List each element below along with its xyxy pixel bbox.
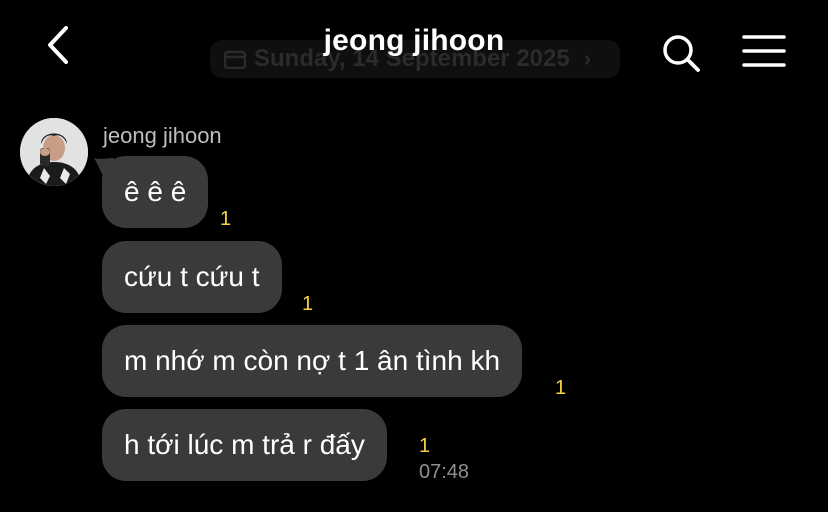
message-text: m nhớ m còn nợ t 1 ân tình kh [124, 345, 501, 376]
sender-name: jeong jihoon [103, 123, 222, 148]
avatar-photo [20, 118, 88, 186]
chat-screen: Sunday, 14 September 2025 › jeong jihoon… [0, 0, 828, 512]
message-bubble[interactable]: ê ê ê [102, 156, 209, 228]
menu-button[interactable] [742, 34, 786, 68]
hamburger-menu-icon [742, 35, 786, 67]
message-text: h tới lúc m trả r đấy [124, 429, 365, 460]
search-icon [663, 35, 700, 72]
unread-count: 1 [419, 435, 431, 457]
message-timestamp: 07:48 [419, 461, 470, 483]
message-bubble[interactable]: h tới lúc m trả r đấy [102, 409, 387, 481]
unread-count: 1 [302, 293, 314, 315]
chat-title: jeong jihoon [323, 24, 505, 57]
search-button[interactable] [660, 32, 702, 74]
message-bubble[interactable]: cứu t cứu t [102, 241, 282, 313]
unread-count: 1 [555, 377, 567, 399]
unread-count: 1 [220, 208, 232, 230]
message-text: ê ê ê [124, 176, 187, 207]
message-text: cứu t cứu t [124, 261, 260, 292]
message-bubble[interactable]: m nhớ m còn nợ t 1 ân tình kh [102, 325, 523, 397]
avatar[interactable] [20, 118, 88, 186]
